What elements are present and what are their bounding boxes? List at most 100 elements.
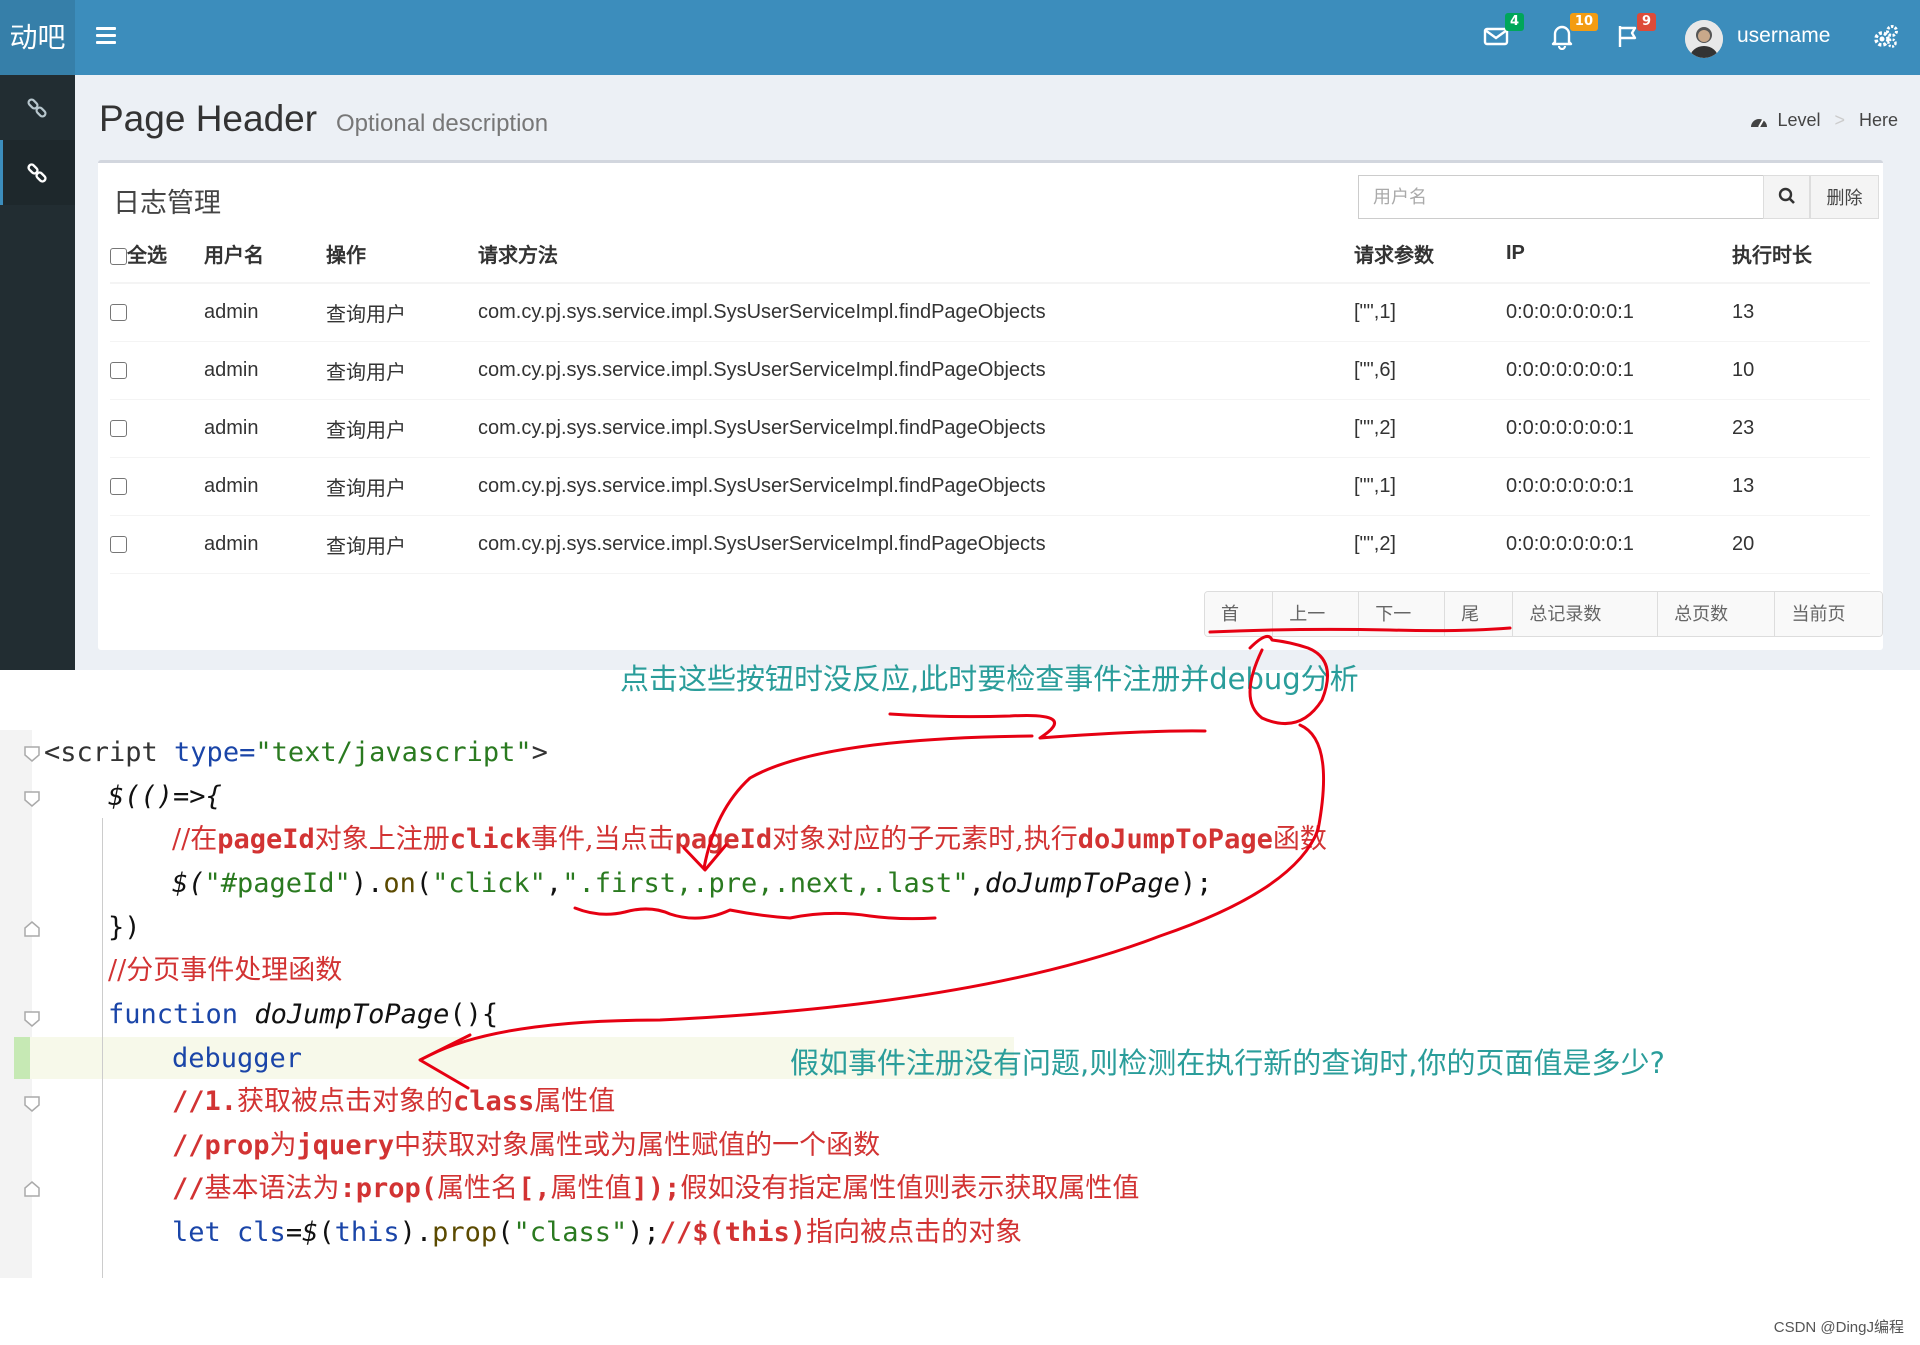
sidebar-item-link-1[interactable]: [0, 75, 75, 140]
header-duration: 执行时长: [1732, 225, 1870, 284]
user-photo-icon: [1685, 20, 1723, 58]
menu-toggle-icon[interactable]: [96, 27, 116, 45]
cell-params: ["",6]: [1354, 341, 1506, 400]
next-page-button[interactable]: 下一页: [1359, 592, 1446, 636]
code-line-9: //1.获取被点击对象的class属性值: [172, 1086, 616, 1117]
top-navbar: 动吧 4 10 9 username: [0, 0, 1920, 75]
cell-username: admin: [204, 515, 326, 574]
table-row[interactable]: admin 查询用户 com.cy.pj.sys.service.impl.SysU…: [110, 457, 1870, 516]
breadcrumb: Level > Here: [1749, 110, 1898, 131]
link-icon: [27, 98, 47, 118]
link-icon: [27, 163, 47, 183]
header-ip: IP: [1506, 225, 1732, 284]
fold-icon[interactable]: [22, 1010, 42, 1028]
user-avatar[interactable]: [1685, 20, 1723, 58]
cell-ip: 0:0:0:0:0:0:0:1: [1506, 457, 1732, 516]
row-checkbox[interactable]: [110, 477, 127, 495]
fold-end-icon[interactable]: [22, 920, 42, 938]
code-line-2: $(()=>{: [108, 781, 222, 812]
cell-params: ["",2]: [1354, 399, 1506, 458]
cell-ip: 0:0:0:0:0:0:0:1: [1506, 341, 1732, 400]
cell-operation: 查询用户: [326, 283, 478, 342]
underline-note: [888, 712, 1207, 740]
code-line-8-debugger: debugger: [172, 1043, 303, 1074]
sidebar-item-link-2[interactable]: [0, 140, 75, 205]
first-page-button[interactable]: 首页: [1205, 592, 1274, 636]
cell-duration: 13: [1732, 283, 1870, 342]
table-row[interactable]: admin 查询用户 com.cy.pj.sys.service.impl.SysU…: [110, 341, 1870, 400]
last-page-button[interactable]: 尾页: [1445, 592, 1514, 636]
box-title: 日志管理: [113, 188, 221, 218]
cell-method: com.cy.pj.sys.service.impl.SysUserServic…: [478, 515, 1354, 574]
messages-badge: 4: [1504, 13, 1524, 31]
header-method: 请求方法: [478, 225, 1354, 284]
fold-icon[interactable]: [22, 1095, 42, 1113]
annotation-note-page-value: 假如事件注册没有问题,则检测在执行新的查询时,你的页面值是多少?: [790, 1046, 1665, 1080]
table-row[interactable]: admin 查询用户 com.cy.pj.sys.service.impl.SysU…: [110, 283, 1870, 342]
cell-ip: 0:0:0:0:0:0:0:1: [1506, 515, 1732, 574]
row-checkbox-cell: [110, 399, 204, 458]
header-username: 用户名: [204, 225, 326, 284]
cell-method: com.cy.pj.sys.service.impl.SysUserServic…: [478, 283, 1354, 342]
fold-end-icon[interactable]: [22, 1180, 42, 1198]
tasks-button[interactable]: 9: [1614, 13, 1656, 52]
cell-duration: 13: [1732, 457, 1870, 516]
username-search-input[interactable]: [1358, 175, 1764, 219]
notifications-button[interactable]: 10: [1548, 13, 1598, 52]
sidebar: [0, 75, 75, 670]
header-params: 请求参数: [1354, 225, 1506, 284]
breadcrumb-level[interactable]: Level: [1777, 110, 1820, 131]
cell-username: admin: [204, 283, 326, 342]
watermark: CSDN @DingJ编程: [1773, 1319, 1904, 1336]
cell-ip: 0:0:0:0:0:0:0:1: [1506, 283, 1732, 342]
fold-icon[interactable]: [22, 790, 42, 808]
annotation-note-buttons: 点击这些按钮时没反应,此时要检查事件注册并debug分析: [620, 662, 1359, 696]
search-button[interactable]: [1763, 175, 1810, 219]
pagination: 首页 上一页 下一页 尾页 总记录数(124) 总页数(25) 当前页(2): [1204, 591, 1883, 637]
log-management-box: 日志管理 删除 全选 用户名 操作 请求方法 请求参数 IP 执行时长 admi…: [98, 160, 1883, 650]
code-line-3: //在pageId对象上注册click事件,当点击pageId对象对应的子元素时…: [172, 824, 1327, 855]
messages-button[interactable]: 4: [1482, 13, 1524, 52]
breadcrumb-separator: >: [1834, 110, 1845, 130]
header-select-all[interactable]: 全选: [110, 225, 204, 284]
row-checkbox-cell: [110, 341, 204, 400]
notifications-badge: 10: [1569, 13, 1598, 31]
table-row[interactable]: admin 查询用户 com.cy.pj.sys.service.impl.SysU…: [110, 399, 1870, 458]
indent-guide: [102, 818, 103, 1278]
cell-username: admin: [204, 457, 326, 516]
code-line-12: let cls=$(this).prop("class");//$(this)指…: [172, 1217, 1023, 1248]
row-checkbox-cell: [110, 457, 204, 516]
total-pages-label: 总页数(25): [1658, 592, 1776, 636]
cell-ip: 0:0:0:0:0:0:0:1: [1506, 399, 1732, 458]
row-checkbox[interactable]: [110, 361, 127, 379]
username-label[interactable]: username: [1737, 24, 1830, 48]
row-checkbox[interactable]: [110, 419, 127, 437]
current-page-label: 当前页(2): [1775, 592, 1882, 636]
table-row[interactable]: admin 查询用户 com.cy.pj.sys.service.impl.SysU…: [110, 515, 1870, 574]
row-checkbox-cell: [110, 515, 204, 574]
cell-method: com.cy.pj.sys.service.impl.SysUserServic…: [478, 399, 1354, 458]
row-checkbox[interactable]: [110, 535, 127, 553]
app-logo[interactable]: 动吧: [0, 0, 75, 75]
gutter-change-marker: [14, 1037, 30, 1079]
cell-duration: 10: [1732, 341, 1870, 400]
dashboard-icon: [1751, 118, 1768, 127]
row-checkbox[interactable]: [110, 303, 127, 321]
fold-icon[interactable]: [22, 745, 42, 763]
breadcrumb-here: Here: [1858, 110, 1898, 130]
select-all-checkbox[interactable]: [110, 248, 127, 266]
tasks-badge: 9: [1636, 13, 1656, 31]
gears-icon[interactable]: [1873, 24, 1899, 50]
cell-operation: 查询用户: [326, 399, 478, 458]
cell-params: ["",2]: [1354, 515, 1506, 574]
code-line-10: //prop为jquery中获取对象属性或为属性赋值的一个函数: [172, 1130, 881, 1161]
cell-method: com.cy.pj.sys.service.impl.SysUserServic…: [478, 341, 1354, 400]
arrow-to-debugger: [418, 723, 1326, 1090]
page-title: Page Header: [99, 98, 318, 139]
prev-page-button[interactable]: 上一页: [1273, 592, 1360, 636]
table-header-row: 全选 用户名 操作 请求方法 请求参数 IP 执行时长: [110, 225, 1870, 284]
cell-method: com.cy.pj.sys.service.impl.SysUserServic…: [478, 457, 1354, 516]
code-line-7: function doJumpToPage(){: [108, 999, 499, 1030]
code-line-5: }): [108, 912, 141, 943]
delete-button[interactable]: 删除: [1810, 175, 1879, 219]
